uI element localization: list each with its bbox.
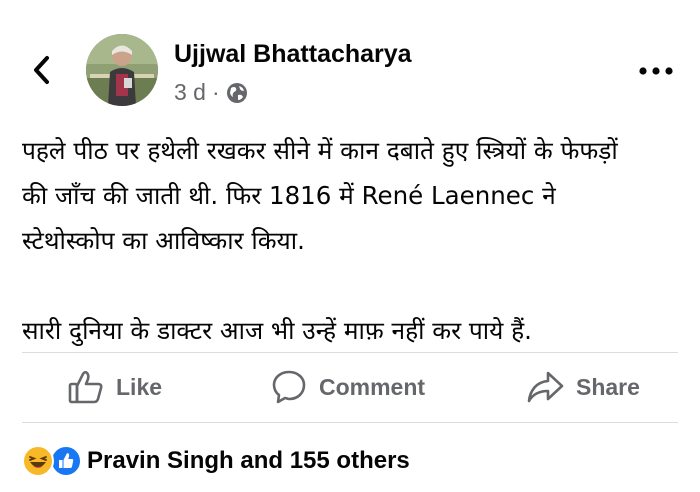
haha-emoji-icon bbox=[22, 445, 54, 477]
globe-icon[interactable] bbox=[226, 82, 248, 104]
more-horizontal-icon bbox=[639, 67, 673, 75]
action-bar: Like Comment Share bbox=[22, 352, 678, 422]
post-text-line: की जाँच की जाती थी. फिर 1816 में René La… bbox=[22, 181, 556, 210]
avatar-image bbox=[86, 34, 158, 106]
chevron-left-icon bbox=[34, 56, 49, 84]
reaction-icons bbox=[22, 445, 84, 477]
post-meta: 3 d · bbox=[174, 79, 248, 106]
more-options-button[interactable] bbox=[634, 56, 678, 86]
back-button[interactable] bbox=[22, 50, 62, 90]
reaction-summary-row[interactable]: Pravin Singh and 155 others bbox=[22, 444, 410, 478]
meta-separator: · bbox=[211, 79, 220, 105]
post-text-line: पहले पीठ पर हथेली रखकर सीने में कान दबात… bbox=[22, 136, 618, 165]
like-reaction-icon bbox=[50, 445, 82, 477]
thumbs-up-icon bbox=[68, 370, 103, 404]
post-text-paragraph: सारी दुनिया के डाक्टर आज भी उन्हें माफ़ … bbox=[22, 316, 532, 345]
like-button[interactable]: Like bbox=[68, 352, 162, 422]
avatar[interactable] bbox=[86, 34, 158, 106]
comment-label: Comment bbox=[319, 373, 426, 400]
like-label: Like bbox=[116, 373, 163, 400]
divider bbox=[22, 422, 678, 423]
share-button[interactable]: Share bbox=[526, 352, 640, 422]
reaction-summary-text: Pravin Singh and 155 others bbox=[87, 447, 410, 474]
author-name[interactable]: Ujjwal Bhattacharya bbox=[174, 40, 412, 69]
post-header: Ujjwal Bhattacharya 3 d · bbox=[0, 0, 700, 120]
comment-button[interactable]: Comment bbox=[271, 352, 425, 422]
post-timestamp[interactable]: 3 d bbox=[174, 79, 206, 106]
share-arrow-icon bbox=[527, 371, 564, 403]
comment-bubble-icon bbox=[272, 370, 306, 404]
post-body: पहले पीठ पर हथेली रखकर सीने में कान दबात… bbox=[22, 128, 682, 353]
post-text-line: स्टेथोस्कोप का आविष्कार किया. bbox=[22, 226, 305, 255]
share-label: Share bbox=[576, 373, 640, 400]
